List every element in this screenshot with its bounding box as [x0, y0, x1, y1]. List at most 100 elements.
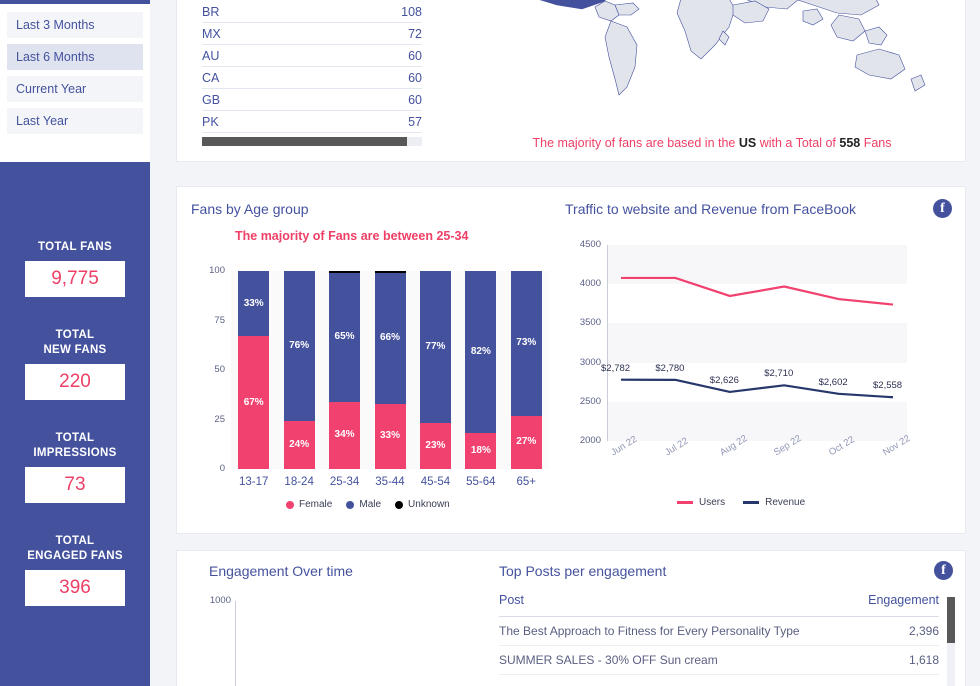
x-axis-tick: 45-54	[420, 476, 451, 488]
filter-label: Last 6 Months	[16, 50, 95, 64]
filter-last-year[interactable]: Last Year	[7, 108, 143, 134]
country-value: 60	[408, 70, 422, 85]
column-engagement: Engagement	[868, 593, 939, 607]
date-filter-panel: Last 3 Months Last 6 Months Current Year…	[0, 4, 150, 162]
facebook-icon[interactable]: f	[933, 199, 952, 218]
country-row: PK 57	[202, 111, 422, 133]
bar-segment: 76%	[283, 271, 315, 422]
y-axis-tick: 25	[214, 413, 225, 425]
kpi-label: TOTAL ENGAGED FANS	[0, 534, 150, 564]
post-engagement: 1,618	[908, 653, 939, 667]
posts-scrollbar[interactable]	[947, 597, 955, 686]
kpi-label-line1: TOTAL	[55, 535, 95, 547]
y-axis-tick: 75	[214, 314, 225, 326]
filter-last-6-months[interactable]: Last 6 Months	[7, 44, 143, 70]
country-row: MX 72	[202, 23, 422, 45]
stacked-bar: 18% 82%	[465, 271, 497, 469]
country-row: AU 60	[202, 45, 422, 67]
legend-item[interactable]: Revenue	[743, 497, 805, 508]
engagement-bar: 59	[366, 601, 396, 686]
world-map	[487, 0, 937, 115]
grid-band	[607, 323, 907, 363]
legend-swatch	[395, 500, 404, 509]
engagement-bar: 28534	[283, 601, 313, 686]
data-point-label: $2,710	[764, 368, 794, 380]
kpi-label: TOTAL NEW FANS	[0, 328, 150, 358]
bar-segment: 23%	[419, 423, 451, 469]
bar-value-label: 76%	[289, 340, 310, 352]
country-value: 108	[401, 4, 422, 19]
bar-value-label: 67%	[243, 396, 264, 408]
legend-item[interactable]: Unknown	[395, 499, 450, 510]
geography-card: BR 108 MX 72 AU 60 CA 60 GB 60 PK 57 The…	[176, 0, 966, 162]
legend-label: Male	[359, 499, 382, 510]
filter-label: Last Year	[16, 114, 69, 128]
bar-segment: 34%	[329, 401, 361, 469]
stacked-bar: 33% 66%	[374, 271, 406, 469]
y-axis-tick: 1000	[209, 595, 231, 606]
bar-value-label: 65%	[334, 331, 355, 343]
y-axis-tick: 0	[219, 463, 225, 474]
fans-by-age-note: The majority of Fans are between 25-34	[235, 229, 469, 243]
grid-band	[607, 245, 907, 285]
table-row[interactable]: SUMMER SALES - 30% OFF Sun cream 1,618	[499, 646, 939, 675]
line-chart-legend: Users Revenue	[677, 497, 805, 508]
x-axis-tick: 55-64	[466, 476, 496, 488]
bar-segment: 65%	[329, 273, 361, 402]
kpi-label-line2: NEW FANS	[43, 344, 107, 356]
kpi-label-line2: ENGAGED FANS	[27, 550, 123, 562]
country-code: GB	[202, 92, 221, 107]
engagement-bar: 27059	[241, 601, 271, 686]
engagement-bar: 123	[408, 601, 438, 686]
bar-segment: 24%	[283, 421, 315, 469]
legend-swatch	[286, 500, 294, 509]
engagement-plot-area	[235, 601, 485, 686]
main-content: BR 108 MX 72 AU 60 CA 60 GB 60 PK 57 The…	[150, 0, 980, 686]
y-axis-tick: 50	[214, 364, 225, 375]
stacked-bar: 24% 76%	[283, 271, 315, 469]
bar-value-label: 23%	[425, 440, 446, 452]
bar-segment: 82%	[465, 271, 497, 434]
kpi-label-line1: TOTAL	[55, 432, 95, 444]
table-row[interactable]: The Best Approach to Fitness for Every P…	[499, 617, 939, 646]
bar-segment	[329, 271, 361, 273]
y-axis-tick: 4500	[579, 239, 601, 250]
country-value: 60	[408, 92, 422, 107]
map-caption: The majority of fans are based in the US…	[487, 136, 937, 150]
kpi-total-fans: TOTAL FANS 9,775	[0, 240, 150, 297]
country-code: CA	[202, 70, 220, 85]
y-axis-tick: 2500	[579, 395, 601, 407]
filter-label: Last 3 Months	[16, 18, 95, 32]
top-posts-title: Top Posts per engagement	[499, 563, 667, 579]
legend-item[interactable]: Users	[677, 497, 725, 508]
bar-segment: 73%	[510, 271, 542, 416]
legend-item[interactable]: Female	[286, 499, 332, 510]
legend-item[interactable]: Male	[346, 499, 381, 510]
country-table: BR 108 MX 72 AU 60 CA 60 GB 60 PK 57	[202, 1, 422, 146]
bar-value-label: 73%	[516, 337, 537, 349]
country-table-scrollbar[interactable]	[202, 137, 422, 146]
dashboard-page: Last 3 Months Last 6 Months Current Year…	[0, 0, 980, 686]
kpi-label-line1: TOTAL	[55, 329, 95, 341]
fans-by-age-title: Fans by Age group	[191, 201, 309, 217]
caption-suffix: Fans	[860, 136, 892, 150]
left-sidebar: Last 3 Months Last 6 Months Current Year…	[0, 0, 150, 686]
post-title: The Best Approach to Fitness for Every P…	[499, 624, 800, 638]
x-axis-tick: 35-44	[375, 476, 405, 488]
caption-total: 558	[839, 136, 861, 150]
country-code: AU	[202, 48, 220, 63]
filter-current-year[interactable]: Current Year	[7, 76, 143, 102]
bar-value-label: 33%	[379, 430, 400, 442]
grid-band	[607, 401, 907, 441]
x-axis-tick: 18-24	[284, 476, 314, 488]
bar-segment: 18%	[465, 433, 497, 469]
legend-swatch	[346, 500, 355, 509]
country-row: BR 108	[202, 1, 422, 23]
kpi-value: 396	[25, 570, 125, 606]
y-axis-tick: 2000	[579, 435, 601, 446]
bar-value-label: 82%	[470, 346, 491, 358]
facebook-icon[interactable]: f	[934, 561, 953, 580]
filter-last-3-months[interactable]: Last 3 Months	[7, 12, 143, 38]
bar-segment: 77%	[419, 271, 451, 424]
bar-value-label: 18%	[470, 445, 491, 457]
